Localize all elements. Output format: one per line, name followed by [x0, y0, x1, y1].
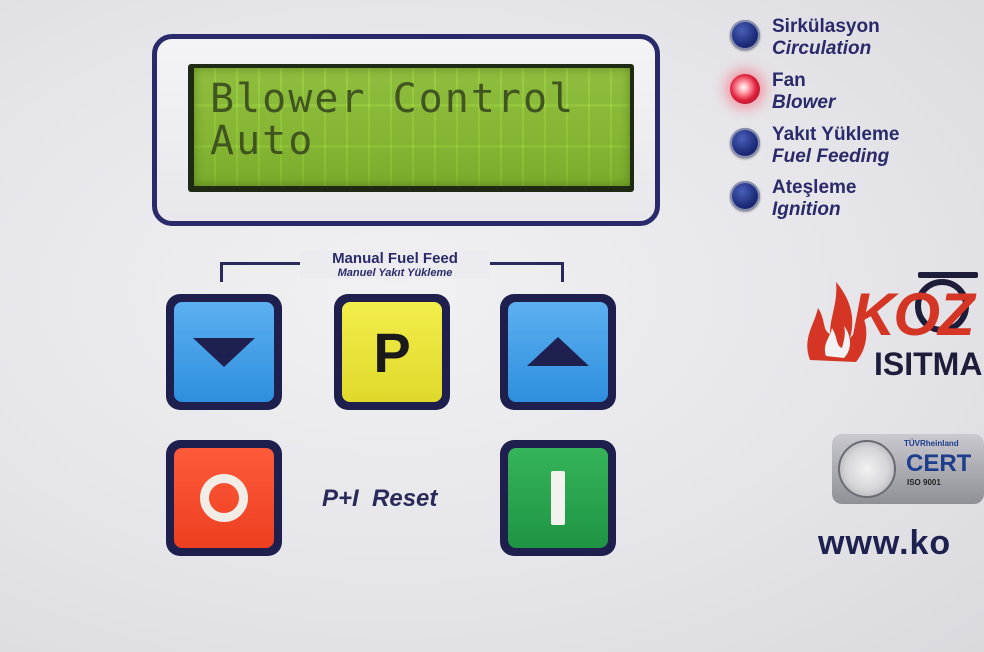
down-triangle-icon — [193, 338, 255, 367]
indicator-label-en: Ignition — [772, 199, 841, 220]
lcd-line-1: Blower Control — [210, 76, 576, 122]
indicator-label-en: Blower — [772, 92, 836, 113]
manual-feed-label-en: Manual Fuel Feed — [332, 250, 458, 267]
certification-seal-icon — [838, 440, 896, 498]
indicator-ignition: Ateşleme Ignition — [730, 177, 857, 221]
off-button[interactable] — [166, 440, 282, 556]
lcd-line-2: Auto — [210, 118, 315, 164]
brand-name: KOZ — [852, 281, 975, 348]
manual-feed-label-tr: Manuel Yakıt Yükleme — [337, 267, 453, 279]
indicator-label-en: Circulation — [772, 38, 872, 59]
cert-org: TÜVRheinland — [904, 439, 959, 448]
down-button[interactable] — [166, 294, 282, 410]
circulation-led-icon — [730, 20, 760, 50]
circle-off-icon — [200, 474, 248, 522]
on-button[interactable] — [500, 440, 616, 556]
up-triangle-icon — [527, 337, 589, 366]
indicator-label-en: Fuel Feeding — [772, 146, 890, 167]
indicator-label-tr: Ateşleme — [772, 177, 857, 198]
indicator-label-tr: Fan — [772, 70, 806, 91]
program-button-label: P — [373, 320, 411, 384]
reset-hint: P+I Reset — [322, 485, 438, 512]
website-url: www.ko — [818, 524, 952, 562]
indicator-blower: Fan Blower — [730, 70, 835, 114]
control-panel: Blower Control Auto Sirkülasyon Circulat… — [0, 0, 984, 652]
manual-feed-label: Manual Fuel Feed Manuel Yakıt Yükleme — [300, 250, 490, 279]
fuel-feeding-led-icon — [730, 128, 760, 158]
up-button[interactable] — [500, 294, 616, 410]
brand-subtitle: ISITMA — [874, 346, 983, 382]
cert-standard: ISO 9001 — [907, 478, 941, 487]
indicator-label-tr: Yakıt Yükleme — [772, 124, 900, 145]
indicator-label-tr: Sirkülasyon — [772, 16, 880, 37]
lcd-display: Blower Control Auto — [194, 68, 630, 186]
blower-led-icon — [730, 74, 760, 104]
cert-text: CERT — [906, 450, 972, 477]
bar-on-icon — [551, 471, 565, 525]
indicator-circulation: Sirkülasyon Circulation — [730, 16, 880, 60]
program-button[interactable]: P — [334, 294, 450, 410]
ignition-led-icon — [730, 181, 760, 211]
indicator-fuel-feeding: Yakıt Yükleme Fuel Feeding — [730, 124, 899, 168]
